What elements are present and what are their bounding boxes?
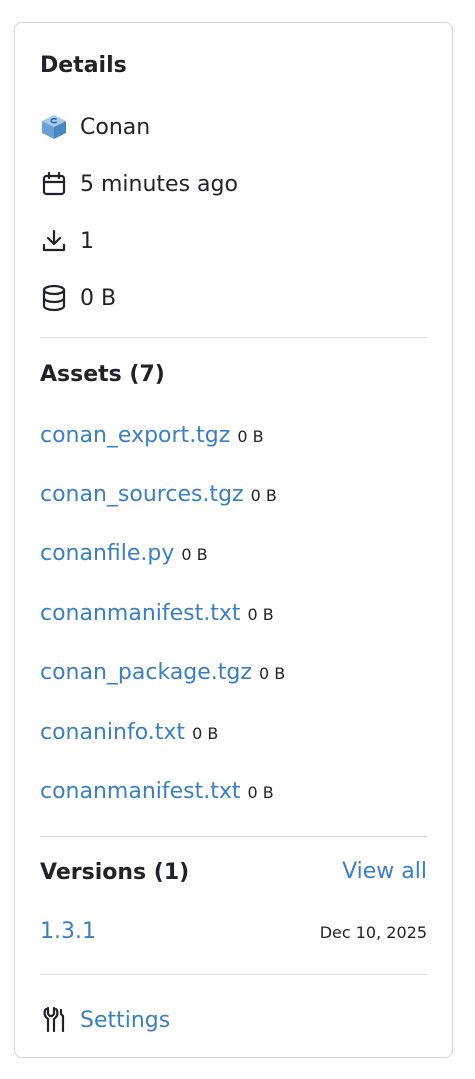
download-count: 1 <box>80 228 94 254</box>
asset-size: 0 B <box>237 427 264 446</box>
divider <box>40 974 427 975</box>
asset-link[interactable]: conanmanifest.txt <box>40 601 241 626</box>
calendar-icon <box>40 170 68 198</box>
download-icon <box>40 227 68 255</box>
asset-link[interactable]: conanfile.py <box>40 541 174 566</box>
version-link[interactable]: 1.3.1 <box>40 919 96 944</box>
asset-link[interactable]: conan_sources.tgz <box>40 482 244 507</box>
asset-link[interactable]: conan_package.tgz <box>40 660 252 685</box>
asset-size: 0 B <box>258 664 286 683</box>
divider <box>40 836 427 837</box>
downloads-row: 1 <box>40 225 94 257</box>
asset-item: conanmanifest.txt 0 B <box>40 601 274 626</box>
package-type-row: Conan <box>40 111 150 143</box>
created-time: 5 minutes ago <box>80 171 238 197</box>
asset-link[interactable]: conan_export.tgz <box>40 423 230 448</box>
asset-link[interactable]: conaninfo.txt <box>40 720 185 745</box>
size-row: 0 B <box>40 282 116 314</box>
settings-link[interactable]: Settings <box>80 1008 170 1033</box>
asset-item: conaninfo.txt 0 B <box>40 720 218 745</box>
view-all-versions-link[interactable]: View all <box>342 859 427 884</box>
asset-size: 0 B <box>247 783 274 802</box>
asset-item: conanmanifest.txt 0 B <box>40 779 274 804</box>
created-row: 5 minutes ago <box>40 168 238 200</box>
asset-size: 0 B <box>247 605 274 624</box>
settings-link-row[interactable]: Settings <box>40 1004 170 1036</box>
asset-size: 0 B <box>250 486 277 505</box>
versions-heading: Versions (1) <box>40 860 190 885</box>
total-size: 0 B <box>80 285 117 311</box>
tools-icon <box>40 1006 68 1034</box>
conan-package-icon <box>40 113 68 141</box>
package-sidebar-card: Details Conan 5 minutes ago 1 0 B Assets… <box>14 22 453 1058</box>
divider <box>40 337 427 338</box>
assets-heading: Assets (7) <box>40 362 165 387</box>
asset-size: 0 B <box>192 724 219 743</box>
asset-item: conanfile.py 0 B <box>40 541 208 566</box>
version-date: Dec 10, 2025 <box>319 923 427 942</box>
asset-item: conan_export.tgz 0 B <box>40 423 264 448</box>
database-icon <box>40 284 68 312</box>
asset-item: conan_sources.tgz 0 B <box>40 482 277 507</box>
asset-size: 0 B <box>181 545 208 564</box>
details-heading: Details <box>40 53 127 78</box>
asset-item: conan_package.tgz 0 B <box>40 660 285 685</box>
package-type-label: Conan <box>80 114 151 140</box>
asset-link[interactable]: conanmanifest.txt <box>40 779 241 804</box>
